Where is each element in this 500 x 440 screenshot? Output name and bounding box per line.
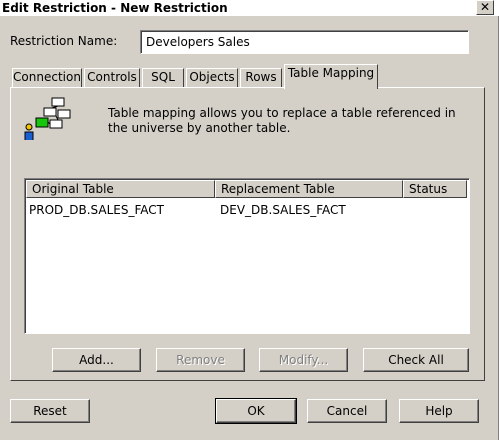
restriction-name-label: Restriction Name: bbox=[10, 34, 118, 48]
close-button[interactable]: ✕ bbox=[476, 0, 494, 15]
tab-table-mapping[interactable]: Table Mapping bbox=[284, 64, 378, 89]
cancel-button[interactable]: Cancel bbox=[307, 399, 387, 423]
window-title: Edit Restriction - New Restriction bbox=[2, 1, 228, 15]
table-mapping-panel bbox=[10, 87, 485, 381]
ok-button[interactable]: OK bbox=[215, 398, 297, 424]
tab-sql[interactable]: SQL bbox=[142, 68, 184, 87]
tab-connection[interactable]: Connection bbox=[12, 68, 82, 87]
restriction-name-input[interactable] bbox=[140, 30, 469, 54]
tab-objects[interactable]: Objects bbox=[186, 68, 238, 87]
edit-restriction-dialog: Edit Restriction - New Restriction ✕ Res… bbox=[0, 0, 499, 440]
tab-controls[interactable]: Controls bbox=[84, 68, 140, 87]
title-bar: Edit Restriction - New Restriction ✕ bbox=[0, 0, 499, 16]
tab-rows[interactable]: Rows bbox=[240, 68, 282, 87]
reset-button[interactable]: Reset bbox=[10, 399, 90, 423]
help-button[interactable]: Help bbox=[399, 399, 479, 423]
